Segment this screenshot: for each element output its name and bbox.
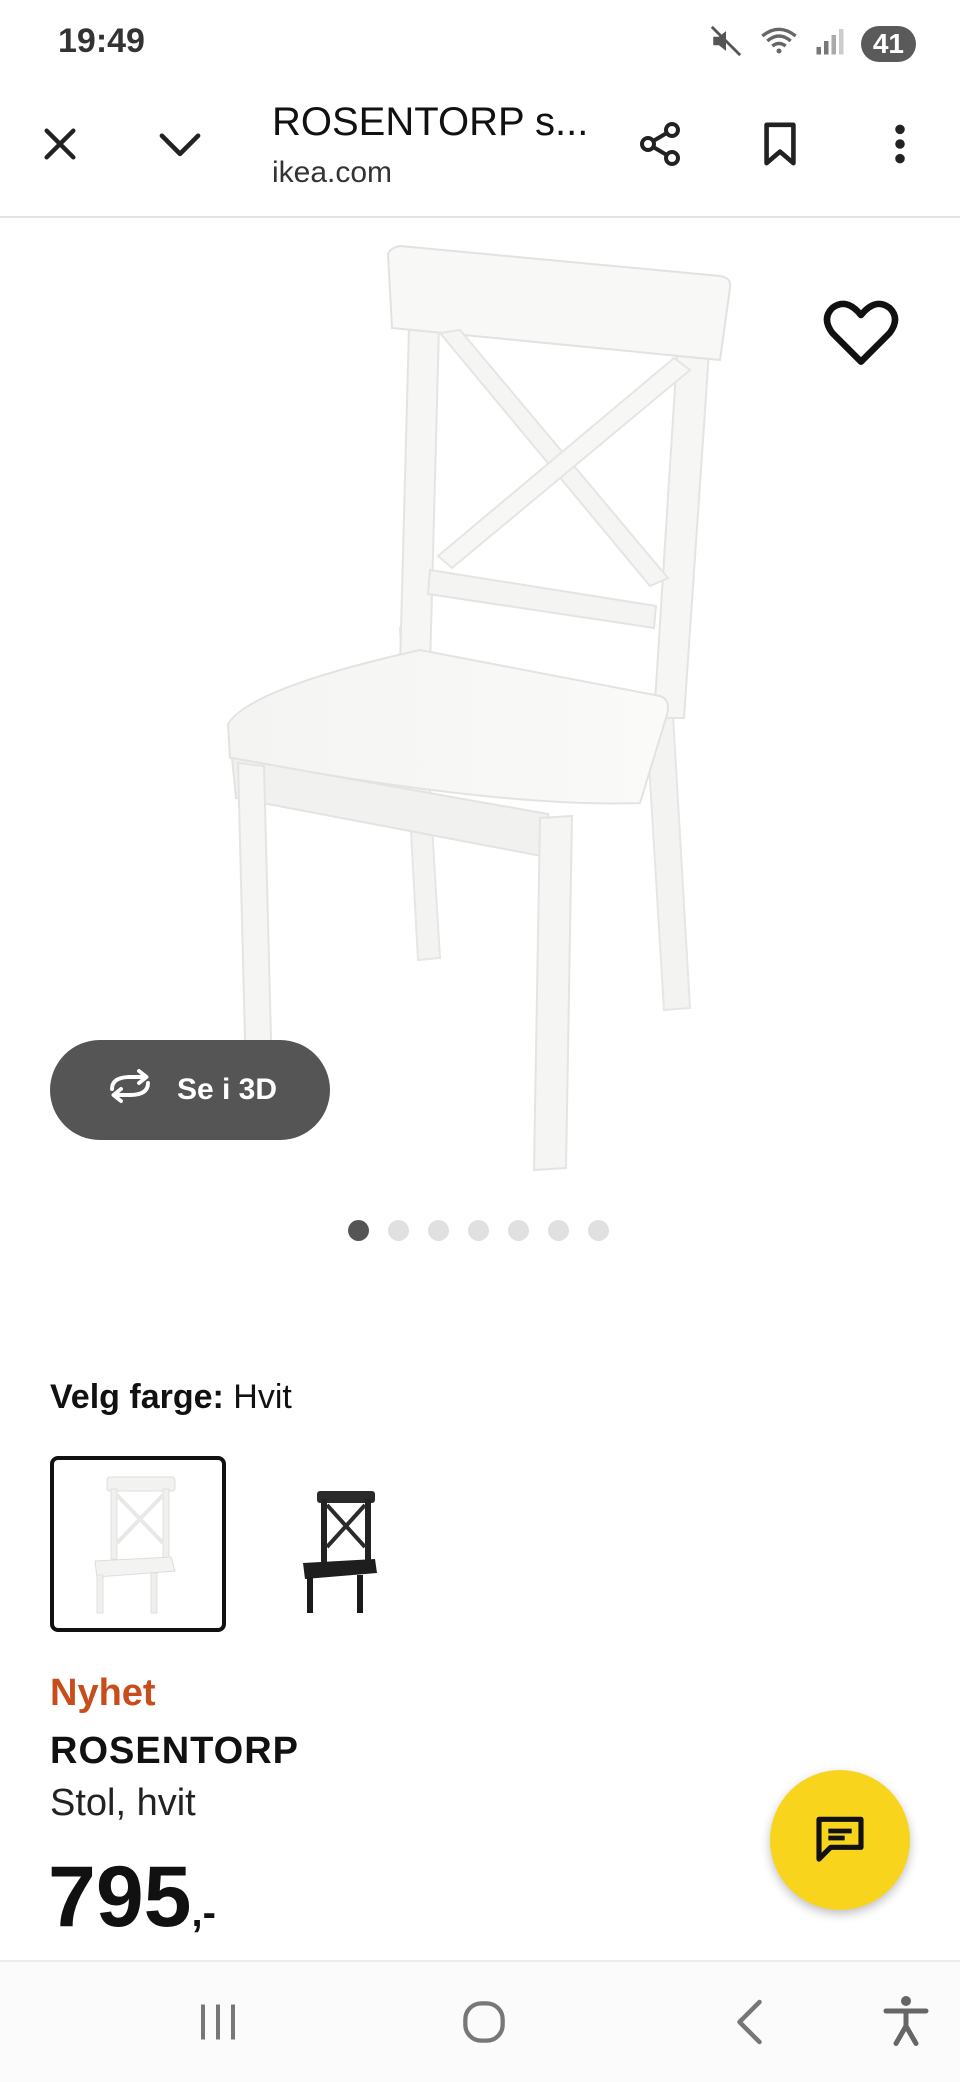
pagination-dot[interactable] (548, 1220, 569, 1241)
price-suffix: ,- (191, 1891, 216, 1935)
system-nav-bar (0, 1960, 960, 2082)
page-url[interactable]: ikea.com (272, 156, 392, 190)
pagination-dot[interactable] (508, 1220, 529, 1241)
color-option-white[interactable] (50, 1456, 226, 1632)
color-label-title: Velg farge: (50, 1378, 224, 1416)
chat-icon (812, 1810, 868, 1871)
chevron-down-icon[interactable] (142, 106, 218, 182)
gallery-pagination (348, 1220, 609, 1241)
pagination-dot[interactable] (348, 1220, 369, 1241)
heart-icon (818, 300, 904, 380)
back-icon[interactable] (722, 1992, 782, 2057)
color-option-black[interactable] (246, 1456, 422, 1632)
new-badge: Nyhet (50, 1672, 156, 1714)
wifi-icon (759, 24, 799, 63)
chat-button[interactable] (770, 1770, 910, 1910)
home-icon[interactable] (452, 1990, 516, 2059)
signal-icon (815, 26, 845, 61)
price-value: 795 (48, 1849, 192, 1945)
mute-icon (709, 24, 743, 63)
close-icon[interactable] (22, 106, 98, 182)
page-title[interactable]: ROSENTORP s... (272, 100, 592, 145)
pagination-dot[interactable] (588, 1220, 609, 1241)
share-icon[interactable] (622, 106, 698, 182)
accessibility-icon[interactable] (876, 1990, 936, 2057)
more-vert-icon[interactable] (862, 106, 938, 182)
status-icons: 41 (709, 24, 916, 63)
rotate-3d-icon (103, 1068, 157, 1112)
product-description: Stol, hvit (50, 1782, 196, 1824)
status-bar: 19:49 41 (0, 0, 960, 90)
pagination-dot[interactable] (468, 1220, 489, 1241)
view-3d-button[interactable]: Se i 3D (50, 1040, 330, 1140)
recent-apps-icon[interactable] (188, 1992, 248, 2057)
status-time: 19:49 (58, 22, 145, 60)
bookmark-icon[interactable] (742, 106, 818, 182)
pagination-dot[interactable] (388, 1220, 409, 1241)
favorite-button[interactable] (818, 290, 904, 376)
pagination-dot[interactable] (428, 1220, 449, 1241)
product-name: ROSENTORP (50, 1730, 300, 1772)
view-3d-label: Se i 3D (176, 1073, 278, 1106)
color-label: Velg farge: Hvit (50, 1378, 292, 1417)
product-price: 795,- (48, 1848, 216, 1947)
color-label-value: Hvit (233, 1378, 292, 1416)
battery-icon: 41 (860, 25, 916, 62)
